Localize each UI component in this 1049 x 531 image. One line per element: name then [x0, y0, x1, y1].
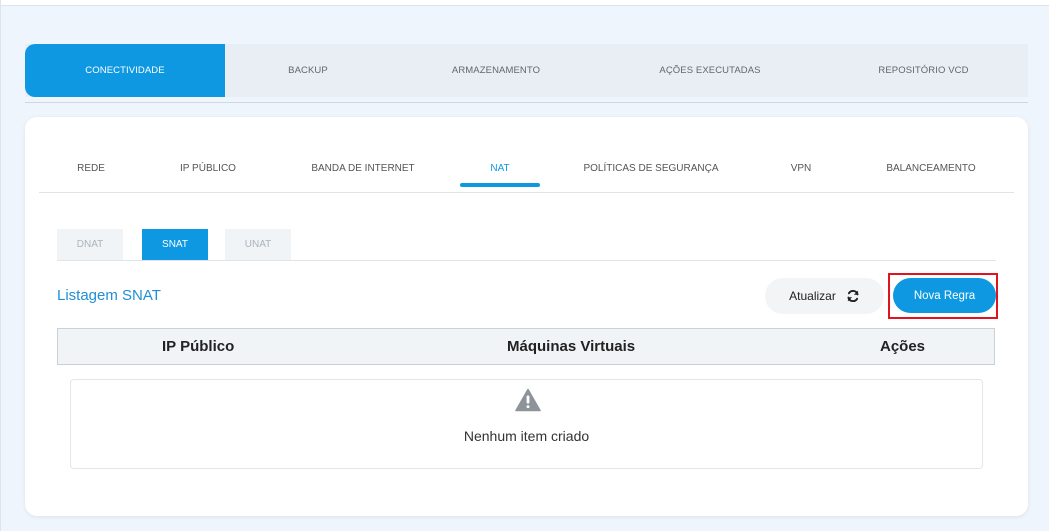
refresh-icon	[846, 289, 860, 303]
tab-balanceamento[interactable]: BALANCEAMENTO	[871, 145, 991, 191]
content-card: REDE IP PÚBLICO BANDA DE INTERNET NAT PO…	[25, 117, 1028, 516]
empty-state: Nenhum item criado	[70, 379, 983, 469]
table-header: IP Público Máquinas Virtuais Ações	[57, 328, 995, 365]
active-tab-indicator	[460, 183, 540, 187]
warning-icon	[515, 388, 541, 412]
column-header-ip-publico: IP Público	[162, 338, 235, 355]
refresh-label: Atualizar	[789, 289, 836, 303]
tab-vpn[interactable]: VPN	[751, 145, 851, 191]
tab-acoes-executadas[interactable]: AÇÕES EXECUTADAS	[601, 44, 819, 97]
sub-tab-bar: REDE IP PÚBLICO BANDA DE INTERNET NAT PO…	[39, 145, 1014, 193]
new-rule-button[interactable]: Nova Regra	[893, 278, 996, 313]
column-header-maquinas-virtuais: Máquinas Virtuais	[507, 338, 636, 355]
sub-tab-divider	[39, 192, 1014, 193]
window-left-border	[0, 0, 1, 531]
tab-unat[interactable]: UNAT	[225, 229, 291, 260]
tab-ip-publico[interactable]: IP PÚBLICO	[143, 145, 273, 191]
empty-message: Nenhum item criado	[463, 428, 590, 444]
nat-tab-divider	[57, 260, 996, 261]
refresh-button[interactable]: Atualizar	[765, 278, 884, 314]
column-header-acoes: Ações	[880, 338, 926, 355]
top-tab-bar: CONECTIVIDADE BACKUP ARMAZENAMENTO AÇÕES…	[25, 44, 1028, 97]
tab-conectividade[interactable]: CONECTIVIDADE	[25, 44, 225, 97]
tab-armazenamento[interactable]: ARMAZENAMENTO	[391, 44, 601, 97]
tab-dnat[interactable]: DNAT	[57, 229, 123, 260]
tab-banda-de-internet[interactable]: BANDA DE INTERNET	[273, 145, 453, 191]
top-tab-divider	[25, 102, 1028, 103]
tab-snat[interactable]: SNAT	[142, 229, 208, 260]
tab-politicas-de-seguranca[interactable]: POLÍTICAS DE SEGURANÇA	[571, 145, 731, 191]
tab-backup[interactable]: BACKUP	[225, 44, 391, 97]
list-title: Listagem SNAT	[57, 287, 161, 304]
tab-rede[interactable]: REDE	[39, 145, 143, 191]
window-top-border	[0, 0, 1049, 6]
tab-repositorio-vcd[interactable]: REPOSITÓRIO VCD	[819, 44, 1028, 97]
